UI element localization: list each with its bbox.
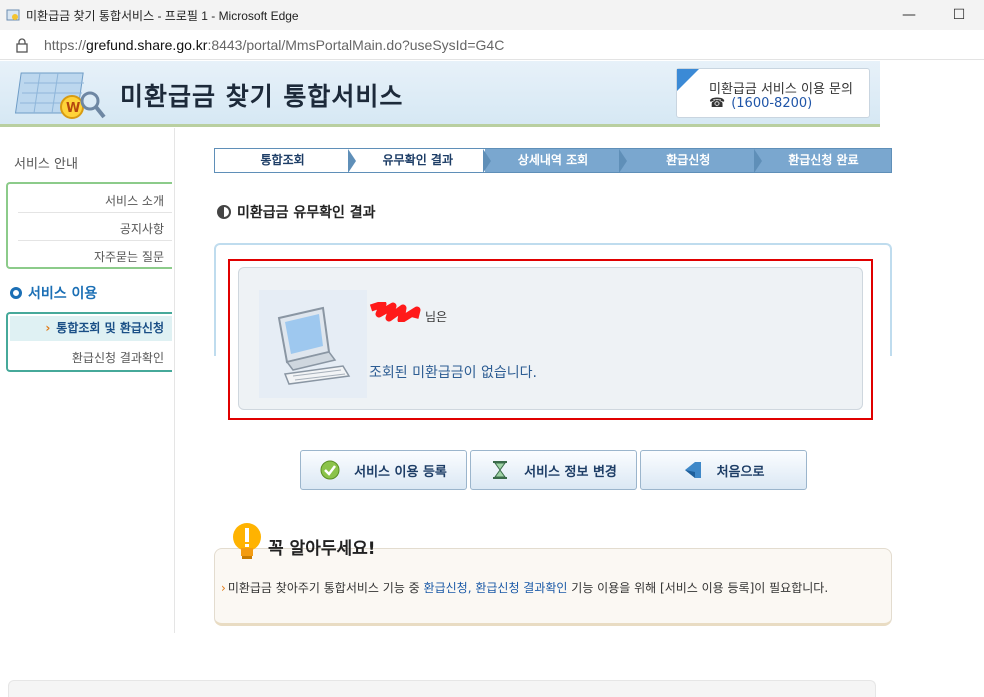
url-text[interactable]: https://grefund.share.go.kr:8443/portal/…: [44, 37, 504, 53]
notice-text: › 미환급금 찾아주기 통합서비스 기능 중 환급신청, 환급신청 결과확인 기능…: [221, 581, 829, 595]
step-arrow-icon: [753, 149, 762, 173]
sidebar-item-service-intro[interactable]: 서비스 소개: [105, 192, 164, 209]
step-arrow-icon: [348, 149, 357, 173]
step-detail: 상세내역 조회: [485, 149, 627, 173]
step-progress-bar: 통합조회 유무확인 결과 상세내역 조회 환급신청 환급신청 완료: [214, 148, 892, 173]
lock-icon[interactable]: [14, 37, 30, 53]
inquiry-box: 미환급금 서비스 이용 문의 ☎ (1600-8200): [676, 68, 870, 118]
hourglass-icon: [493, 461, 508, 479]
result-message: 조회된 미환급금이 없습니다.: [369, 365, 537, 381]
chevron-right-icon: ›: [45, 321, 51, 335]
page-title: 미환급금 유무확인 결과: [217, 202, 376, 222]
site-favicon-icon: [6, 9, 20, 21]
check-circle-icon: [320, 460, 340, 480]
site-header: W 미환급금 찾기 통합서비스 미환급금 서비스 이용 문의 ☎ (1600-82…: [0, 61, 880, 127]
sidebar-section-service-guide: 서비스 안내: [14, 157, 78, 172]
step-refund-complete: 환급신청 완료: [755, 149, 892, 172]
sidebar-item-inquiry-refund[interactable]: › 통합조회 및 환급신청: [10, 316, 172, 341]
step-inquiry: 통합조회: [215, 149, 357, 173]
sidebar-guide-menu: 서비스 소개 공지사항 자주묻는 질문: [6, 182, 172, 269]
footer-bar: [8, 680, 876, 697]
back-arrow-icon: [684, 462, 701, 478]
home-button[interactable]: 처음으로: [640, 450, 807, 490]
sidebar-item-faq[interactable]: 자주묻는 질문: [94, 248, 164, 265]
window-title: 미환급금 찾기 통합서비스 - 프로필 1 - Microsoft Edge: [26, 8, 299, 23]
address-bar[interactable]: https://grefund.share.go.kr:8443/portal/…: [0, 30, 984, 60]
site-title[interactable]: 미환급금 찾기 통합서비스: [120, 77, 403, 113]
redacted-name-mark: [369, 302, 421, 322]
divider: [18, 212, 172, 213]
site-logo-icon[interactable]: W: [10, 67, 108, 125]
service-change-button[interactable]: 서비스 정보 변경: [470, 450, 637, 490]
inquiry-corner-decoration: [677, 69, 699, 91]
phone-icon: ☎: [709, 96, 726, 111]
inquiry-label: 미환급금 서비스 이용 문의: [709, 82, 853, 97]
sidebar-use-menu: › 통합조회 및 환급신청 환급신청 결과확인: [6, 312, 172, 372]
sidebar: 서비스 안내 서비스 소개 공지사항 자주묻는 질문 서비스 이용 › 통합조회 …: [0, 128, 175, 633]
result-highlight-box: 님은 조회된 미환급금이 없습니다.: [228, 259, 873, 420]
inquiry-phone-number: (1600-8200): [731, 96, 813, 111]
svg-text:W: W: [66, 101, 80, 116]
notice-title: 꼭 알아두세요!: [268, 538, 376, 559]
sidebar-section-service-use: 서비스 이용: [10, 283, 97, 303]
divider: [18, 240, 172, 241]
sidebar-item-refund-result[interactable]: 환급신청 결과확인: [72, 349, 164, 366]
minimize-button[interactable]: —: [884, 7, 934, 23]
step-arrow-icon: [618, 149, 627, 173]
chevron-right-icon: ›: [221, 581, 226, 595]
service-register-button[interactable]: 서비스 이용 등록: [300, 450, 467, 490]
maximize-button[interactable]: ☐: [934, 7, 984, 23]
step-arrow-icon: [483, 149, 492, 173]
browser-title-bar: 미환급금 찾기 통합서비스 - 프로필 1 - Microsoft Edge —…: [0, 0, 984, 30]
result-panel: 님은 조회된 미환급금이 없습니다.: [238, 267, 863, 410]
step-refund-request: 환급신청: [620, 149, 762, 173]
notice-header: 꼭 알아두세요!: [230, 522, 376, 566]
inquiry-phone: ☎ (1600-8200): [709, 96, 812, 111]
half-circle-icon: [217, 205, 231, 219]
computer-icon: [259, 290, 367, 398]
lightbulb-icon: [233, 523, 261, 559]
step-result: 유무확인 결과: [350, 149, 492, 173]
bullet-ring-icon: [10, 287, 22, 299]
sidebar-item-notices[interactable]: 공지사항: [120, 220, 164, 237]
name-suffix: 님은: [425, 310, 448, 324]
